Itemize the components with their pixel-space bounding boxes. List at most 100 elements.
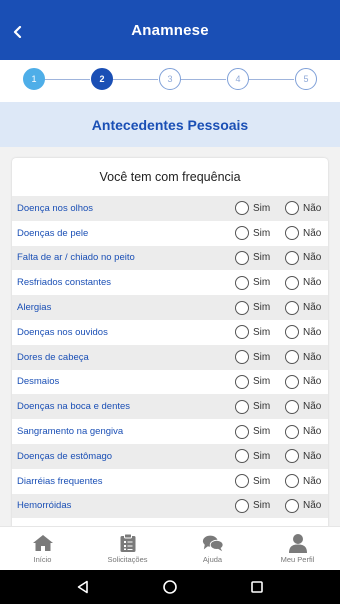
step-1[interactable]: 1 — [23, 68, 45, 90]
option-sim[interactable]: Sim — [235, 350, 271, 365]
radio-button[interactable] — [285, 350, 299, 365]
option-nao[interactable]: Não — [285, 275, 322, 290]
radio-button[interactable] — [285, 498, 299, 513]
system-home-button[interactable] — [160, 577, 180, 597]
question-label: Doenças de estômago — [17, 450, 113, 462]
option-nao[interactable]: Não — [285, 250, 322, 265]
radio-button[interactable] — [235, 226, 249, 241]
radio-button[interactable] — [235, 374, 249, 389]
step-3[interactable]: 3 — [159, 68, 181, 90]
back-button[interactable] — [8, 22, 28, 42]
nav-item-solicitacoes[interactable]: Solicitações — [85, 527, 170, 570]
option-label: Sim — [253, 277, 271, 289]
recents-square-icon — [250, 581, 263, 593]
option-nao[interactable]: Não — [285, 226, 321, 241]
radio-button[interactable] — [285, 474, 299, 489]
option-label: Não — [303, 475, 322, 487]
radio-button[interactable] — [235, 325, 249, 340]
question-row: Doenças de estômago Sim Não — [12, 443, 328, 469]
question-label: Doença nos olhos — [17, 202, 94, 214]
option-nao[interactable]: Não — [285, 325, 321, 340]
question-row: Doença nos olhos Sim Não — [12, 196, 328, 221]
radio-button[interactable] — [235, 201, 249, 216]
option-nao[interactable]: Não — [285, 374, 322, 389]
question-row: Desmaios Sim Não — [12, 370, 328, 395]
option-sim[interactable]: Sim — [235, 449, 270, 464]
option-nao[interactable]: Não — [285, 474, 322, 489]
option-sim[interactable]: Sim — [235, 226, 270, 241]
radio-button[interactable] — [235, 350, 249, 365]
option-sim[interactable]: Sim — [235, 374, 271, 389]
option-sim[interactable]: Sim — [235, 300, 271, 315]
radio-button[interactable] — [235, 474, 249, 489]
system-navigation-bar — [0, 570, 340, 604]
nav-item-inicio[interactable]: Início — [0, 527, 85, 570]
radio-button[interactable] — [235, 424, 249, 439]
system-back-button[interactable] — [73, 577, 93, 597]
step-5[interactable]: 5 — [295, 68, 317, 90]
option-sim[interactable]: Sim — [235, 201, 270, 216]
option-label: Não — [303, 450, 322, 462]
radio-button[interactable] — [285, 374, 299, 389]
radio-button[interactable] — [285, 399, 299, 414]
option-sim[interactable]: Sim — [235, 474, 270, 489]
step-connector — [248, 79, 294, 80]
option-nao[interactable]: Não — [285, 350, 321, 365]
option-label: Sim — [253, 401, 271, 413]
option-nao[interactable]: Não — [285, 201, 322, 216]
question-label: Doenças nos ouvidos — [17, 326, 108, 338]
option-nao[interactable]: Não — [285, 424, 321, 439]
option-label: Não — [303, 277, 322, 289]
nav-item-ajuda[interactable]: Ajuda — [170, 527, 255, 570]
step-4[interactable]: 4 — [227, 68, 249, 90]
option-label: Não — [303, 252, 322, 264]
option-nao[interactable]: Não — [285, 300, 321, 315]
radio-button[interactable] — [235, 449, 249, 464]
radio-button[interactable] — [285, 201, 299, 216]
option-sim[interactable]: Sim — [235, 424, 270, 439]
option-nao[interactable]: Não — [285, 399, 321, 414]
option-label: Não — [303, 376, 322, 388]
option-sim[interactable]: Sim — [235, 325, 270, 340]
nav-label: Solicitações — [107, 555, 148, 564]
radio-button[interactable] — [285, 449, 299, 464]
home-circle-icon — [163, 580, 177, 594]
step-connector — [112, 79, 158, 80]
option-sim[interactable]: Sim — [235, 399, 271, 414]
radio-button[interactable] — [285, 325, 299, 340]
chevron-left-icon — [13, 26, 22, 38]
question-row: Falta de ar / chiado no peito Sim Não — [12, 245, 328, 271]
progress-stepper: 1 2 3 4 5 — [0, 60, 340, 102]
radio-button[interactable] — [285, 226, 299, 241]
option-label: Não — [303, 202, 322, 214]
option-sim[interactable]: Sim — [235, 250, 271, 265]
question-row: Alergias Sim Não — [12, 295, 328, 320]
option-sim[interactable]: Sim — [235, 498, 270, 513]
radio-button[interactable] — [235, 300, 249, 315]
option-label: Sim — [253, 376, 271, 388]
system-recents-button[interactable] — [247, 577, 267, 597]
question-label: Doenças na boca e dentes — [17, 401, 131, 413]
option-nao[interactable]: Não — [285, 498, 321, 513]
question-label: Diarréias frequentes — [17, 475, 103, 487]
user-icon — [287, 533, 309, 553]
radio-button[interactable] — [285, 300, 299, 315]
option-sim[interactable]: Sim — [235, 275, 271, 290]
nav-item-meu-perfil[interactable]: Meu Perfil — [255, 527, 340, 570]
question-list: Doença nos olhos Sim Não Doenças de pele Sim… — [12, 196, 328, 519]
option-label: Sim — [253, 302, 271, 314]
radio-button[interactable] — [235, 250, 249, 265]
chat-bubbles-icon — [202, 533, 224, 553]
radio-button[interactable] — [235, 275, 249, 290]
section-title: Antecedentes Pessoais — [91, 116, 249, 133]
option-nao[interactable]: Não — [285, 449, 322, 464]
option-label: Sim — [253, 351, 271, 363]
option-label: Sim — [253, 252, 271, 264]
question-label: Hemorróidas — [17, 500, 72, 512]
radio-button[interactable] — [285, 250, 299, 265]
radio-button[interactable] — [285, 275, 299, 290]
radio-button[interactable] — [235, 399, 249, 414]
radio-button[interactable] — [235, 498, 249, 513]
step-2[interactable]: 2 — [91, 68, 113, 90]
radio-button[interactable] — [285, 424, 299, 439]
